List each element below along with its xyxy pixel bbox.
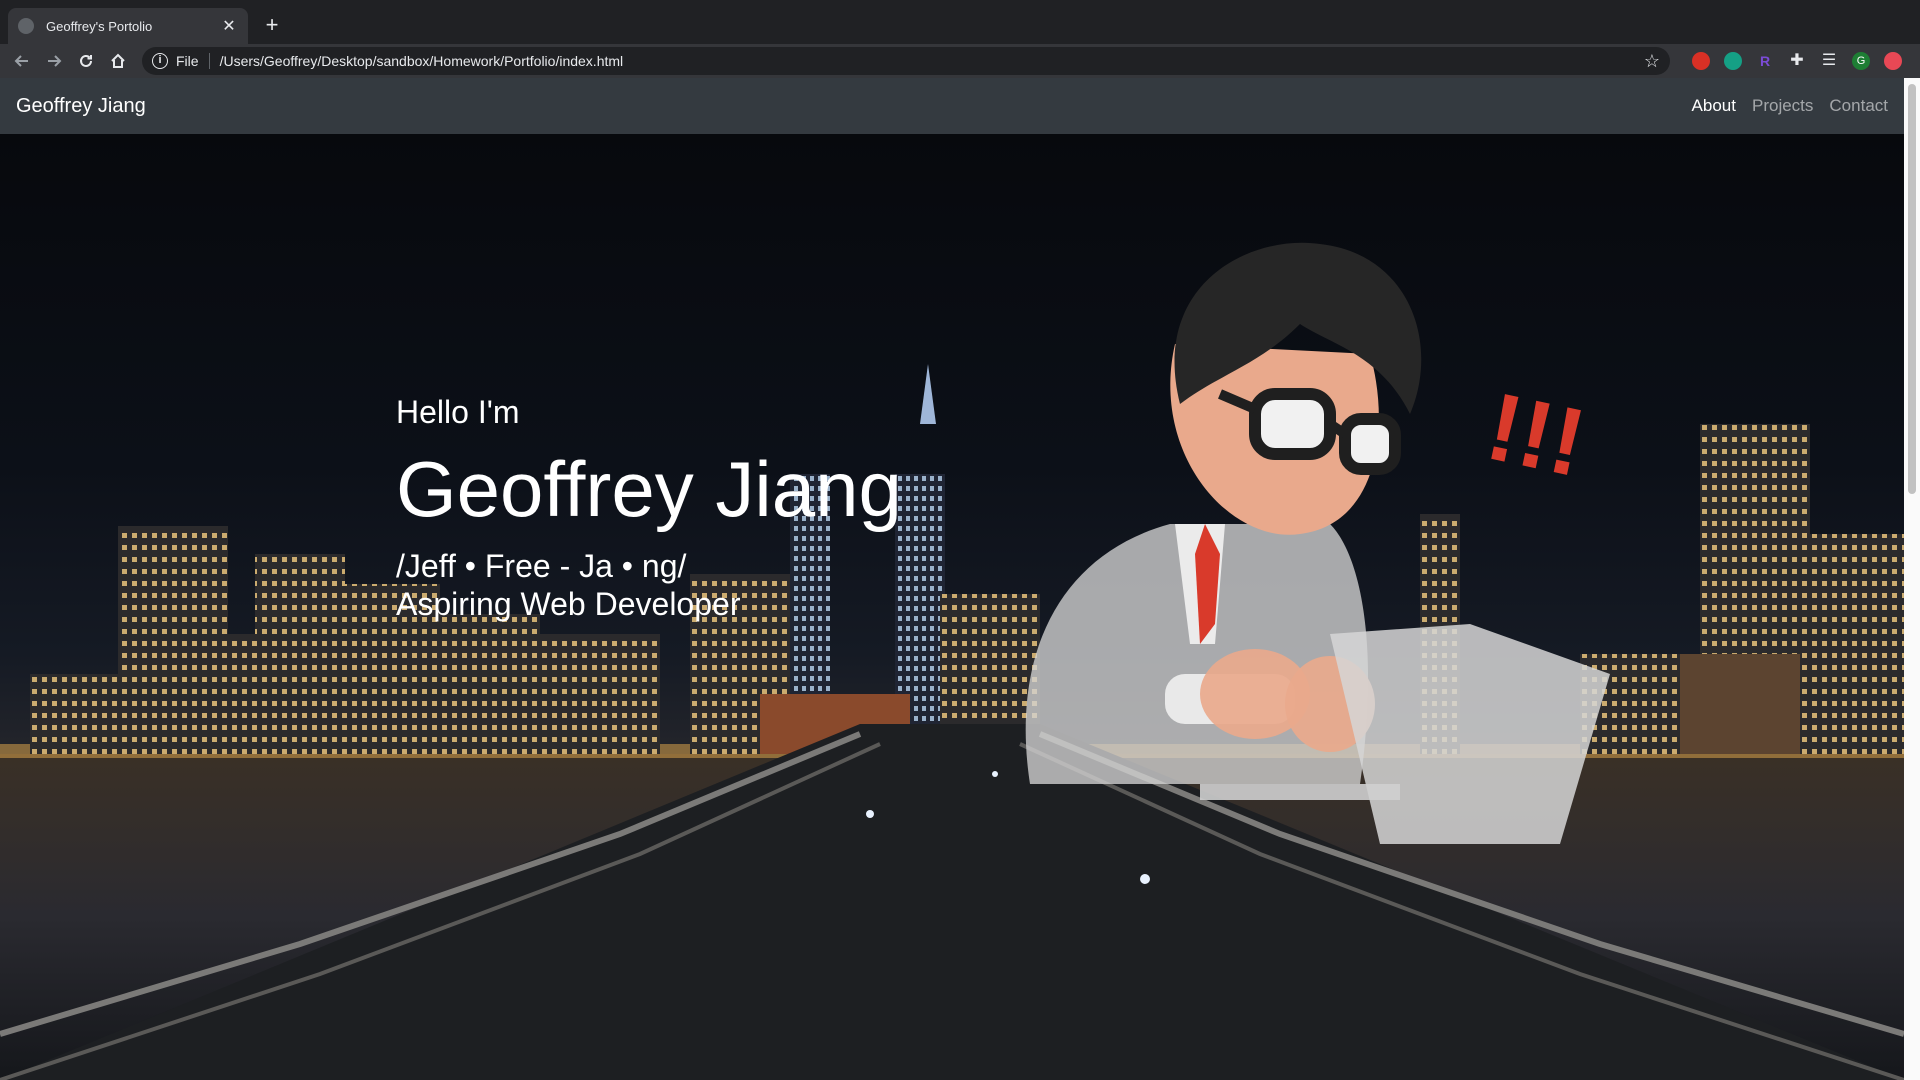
exclamation-marks: !!! (1478, 373, 1594, 498)
extensions-area: R ✚ ☰ G (1692, 44, 1902, 78)
reload-button[interactable] (70, 45, 102, 77)
profile-avatar[interactable]: G (1852, 52, 1870, 70)
tab-title: Geoffrey's Portolio (46, 18, 153, 34)
forward-button[interactable] (38, 45, 70, 77)
puzzle-icon[interactable]: ✚ (1788, 52, 1806, 70)
scrollbar-thumb[interactable] (1908, 84, 1916, 494)
address-bar[interactable]: i File /Users/Geoffrey/Desktop/sandbox/H… (142, 47, 1670, 75)
browser-tab[interactable]: Geoffrey's Portolio ✕ (8, 8, 248, 44)
globe-icon (18, 18, 34, 34)
extension-r-icon[interactable]: R (1756, 52, 1774, 70)
hero-pronunciation: /Jeff • Free - Ja • ng/ (396, 548, 687, 584)
arrow-right-icon (48, 55, 62, 67)
extension-grammarly-icon[interactable] (1724, 52, 1742, 70)
new-tab-button[interactable]: + (258, 12, 286, 40)
hero-greeting: Hello I'm (396, 394, 520, 430)
extension-lastpass-icon[interactable] (1884, 52, 1902, 70)
hero-text: Hello I'm Geoffrey Jiang /Jeff • Free - … (396, 394, 902, 623)
home-button[interactable] (102, 45, 134, 77)
extension-red-icon[interactable] (1692, 52, 1710, 70)
star-icon[interactable]: ☆ (1644, 51, 1660, 72)
arrow-left-icon (14, 55, 28, 67)
home-icon (111, 53, 125, 68)
info-icon[interactable]: i (152, 53, 168, 69)
reload-icon (80, 54, 92, 67)
scheme-label: File (176, 53, 210, 69)
hero-name: Geoffrey Jiang (396, 445, 902, 533)
nav-links: About Projects Contact (1692, 96, 1888, 116)
close-icon[interactable]: ✕ (220, 16, 238, 36)
browser-tab-strip: Geoffrey's Portolio ✕ + (0, 0, 1920, 44)
web-page: Geoffrey Jiang About Projects Contact !!… (0, 78, 1904, 1080)
hero-tagline: Aspiring Web Developer (396, 586, 741, 622)
cartoon-developer-illustration: !!! (1025, 242, 1610, 844)
nav-link-contact[interactable]: Contact (1829, 96, 1888, 116)
nav-link-projects[interactable]: Projects (1752, 96, 1813, 116)
navbar-brand[interactable]: Geoffrey Jiang (16, 95, 146, 118)
hero-section: !!! Hello I'm Geoffrey Jiang /Jeff • Fre… (0, 134, 1904, 1080)
browser-toolbar: i File /Users/Geoffrey/Desktop/sandbox/H… (0, 44, 1920, 78)
back-button[interactable] (6, 45, 38, 77)
url-text[interactable]: /Users/Geoffrey/Desktop/sandbox/Homework… (220, 53, 1644, 69)
site-navbar: Geoffrey Jiang About Projects Contact (0, 78, 1904, 134)
reading-list-icon[interactable]: ☰ (1820, 52, 1838, 70)
page-scrollbar[interactable] (1904, 78, 1920, 1080)
nav-link-about[interactable]: About (1692, 96, 1736, 116)
